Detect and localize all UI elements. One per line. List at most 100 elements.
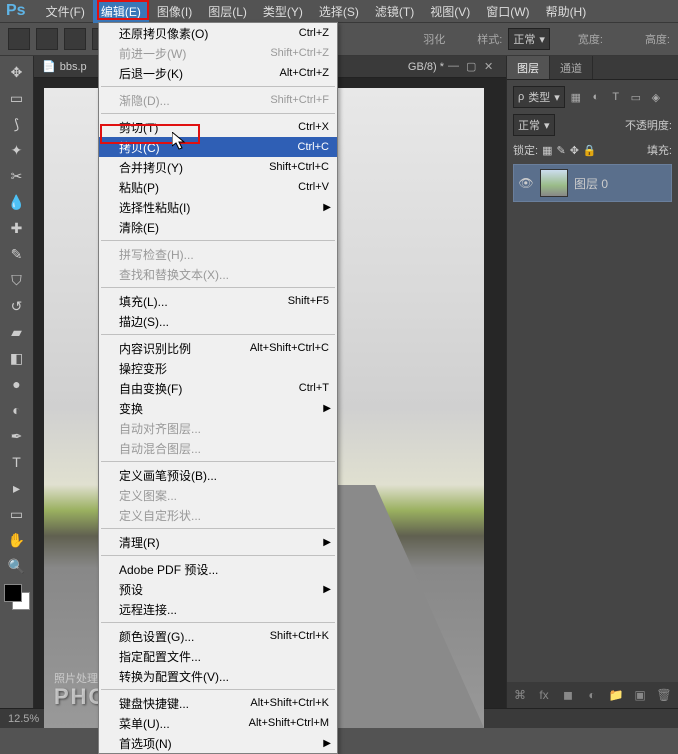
- gradient-tool[interactable]: ◧: [5, 346, 29, 370]
- menu-item[interactable]: 变换▶: [99, 398, 337, 418]
- fg-color-swatch[interactable]: [4, 584, 22, 602]
- magic-wand-tool[interactable]: ✦: [5, 138, 29, 162]
- crop-tool[interactable]: ✂: [5, 164, 29, 188]
- menu-item-shortcut: Ctrl+X: [298, 121, 329, 133]
- menu-item[interactable]: 操控变形: [99, 358, 337, 378]
- dodge-tool[interactable]: ◐: [5, 398, 29, 422]
- layer-row[interactable]: 👁 图层 0: [513, 164, 672, 202]
- menu-item[interactable]: 清理(R)▶: [99, 532, 337, 552]
- layer-mask-icon[interactable]: ◼: [559, 686, 577, 704]
- menu-item-label: 菜单(U)...: [119, 715, 249, 732]
- style-select[interactable]: 正常 ▾: [508, 28, 550, 50]
- menu-window[interactable]: 窗口(W): [478, 0, 537, 23]
- width-label: 宽度:: [578, 31, 603, 47]
- panel-tab-channels[interactable]: 通道: [550, 56, 593, 79]
- menu-layer[interactable]: 图层(L): [200, 0, 255, 23]
- lock-transparency-icon[interactable]: ▦: [542, 144, 552, 157]
- filter-pixel-icon[interactable]: ▦: [569, 90, 583, 104]
- filter-adjust-icon[interactable]: ◐: [589, 90, 603, 104]
- filter-shape-icon[interactable]: ▭: [629, 90, 643, 104]
- menu-select[interactable]: 选择(S): [311, 0, 367, 23]
- move-tool[interactable]: ✥: [5, 60, 29, 84]
- menu-item[interactable]: 菜单(U)...Alt+Shift+Ctrl+M: [99, 713, 337, 733]
- stamp-tool[interactable]: ⛉: [5, 268, 29, 292]
- lock-all-icon[interactable]: 🔒: [583, 144, 597, 157]
- menu-item[interactable]: 内容识别比例Alt+Shift+Ctrl+C: [99, 338, 337, 358]
- menu-item[interactable]: 转换为配置文件(V)...: [99, 666, 337, 686]
- menu-item[interactable]: 键盘快捷键...Alt+Shift+Ctrl+K: [99, 693, 337, 713]
- menu-item[interactable]: 描边(S)...: [99, 311, 337, 331]
- delete-layer-icon[interactable]: 🗑: [655, 686, 673, 704]
- lock-pixels-icon[interactable]: ✎: [556, 144, 565, 157]
- group-icon[interactable]: 📁: [607, 686, 625, 704]
- menu-item[interactable]: 自由变换(F)Ctrl+T: [99, 378, 337, 398]
- menu-separator: [101, 461, 335, 462]
- layer-kind-select[interactable]: ρ 类型 ▾: [513, 86, 565, 108]
- submenu-arrow-icon: ▶: [323, 202, 331, 213]
- menu-edit[interactable]: 编辑(E): [93, 0, 149, 23]
- add-selection-icon[interactable]: [64, 28, 86, 50]
- submenu-arrow-icon: ▶: [323, 537, 331, 548]
- menu-item[interactable]: 指定配置文件...: [99, 646, 337, 666]
- adjustment-layer-icon[interactable]: ◐: [583, 686, 601, 704]
- menu-view[interactable]: 视图(V): [422, 0, 478, 23]
- menu-item[interactable]: 后退一步(K)Alt+Ctrl+Z: [99, 63, 337, 83]
- menu-item[interactable]: Adobe PDF 预设...: [99, 559, 337, 579]
- history-brush-tool[interactable]: ↺: [5, 294, 29, 318]
- blur-tool[interactable]: ●: [5, 372, 29, 396]
- menu-item[interactable]: 合并拷贝(Y)Shift+Ctrl+C: [99, 157, 337, 177]
- visibility-icon[interactable]: 👁: [518, 176, 534, 190]
- menu-item[interactable]: 预设▶: [99, 579, 337, 599]
- eraser-tool[interactable]: ▰: [5, 320, 29, 344]
- layer-style-icon[interactable]: fx: [535, 686, 553, 704]
- shape-tool[interactable]: ▭: [5, 502, 29, 526]
- zoom-tool[interactable]: 🔍: [5, 554, 29, 578]
- new-selection-icon[interactable]: [36, 28, 58, 50]
- menu-type[interactable]: 类型(Y): [255, 0, 311, 23]
- menu-item[interactable]: 填充(L)...Shift+F5: [99, 291, 337, 311]
- menu-item[interactable]: 远程连接...: [99, 599, 337, 619]
- marquee-tool[interactable]: ▭: [5, 86, 29, 110]
- zoom-level[interactable]: 12.5%: [8, 713, 39, 725]
- path-select-tool[interactable]: ▸: [5, 476, 29, 500]
- layer-thumbnail[interactable]: [540, 169, 568, 197]
- layer-name[interactable]: 图层 0: [574, 175, 608, 192]
- menu-filter[interactable]: 滤镜(T): [367, 0, 422, 23]
- menu-item-shortcut: Alt+Shift+Ctrl+C: [250, 342, 329, 354]
- filter-smart-icon[interactable]: ◈: [649, 90, 663, 104]
- filter-type-icon[interactable]: T: [609, 90, 623, 104]
- menu-image[interactable]: 图像(I): [149, 0, 200, 23]
- menu-item[interactable]: 颜色设置(G)...Shift+Ctrl+K: [99, 626, 337, 646]
- menu-item-shortcut: Shift+Ctrl+C: [269, 161, 329, 173]
- pen-tool[interactable]: ✒: [5, 424, 29, 448]
- menu-item[interactable]: 拷贝(C)Ctrl+C: [99, 137, 337, 157]
- menu-item[interactable]: 选择性粘贴(I)▶: [99, 197, 337, 217]
- new-layer-icon[interactable]: ▣: [631, 686, 649, 704]
- menu-help[interactable]: 帮助(H): [538, 0, 595, 23]
- link-layers-icon[interactable]: ⌘: [511, 686, 529, 704]
- type-tool[interactable]: T: [5, 450, 29, 474]
- menu-file[interactable]: 文件(F): [38, 0, 93, 23]
- menu-item[interactable]: 首选项(N)▶: [99, 733, 337, 753]
- menu-item[interactable]: 剪切(T)Ctrl+X: [99, 117, 337, 137]
- menu-item[interactable]: 还原拷贝像素(O)Ctrl+Z: [99, 23, 337, 43]
- menu-item[interactable]: 清除(E): [99, 217, 337, 237]
- menu-item-label: 颜色设置(G)...: [119, 628, 270, 645]
- hand-tool[interactable]: ✋: [5, 528, 29, 552]
- brush-tool[interactable]: ✎: [5, 242, 29, 266]
- maximize-icon[interactable]: ▢: [466, 60, 480, 74]
- menu-item[interactable]: 定义画笔预设(B)...: [99, 465, 337, 485]
- panel-tab-layers[interactable]: 图层: [507, 56, 550, 79]
- color-swatches[interactable]: [4, 584, 30, 610]
- minimize-icon[interactable]: —: [448, 60, 462, 74]
- menu-item-label: 内容识别比例: [119, 340, 250, 357]
- lock-position-icon[interactable]: ✥: [570, 144, 579, 157]
- menu-item-shortcut: Alt+Ctrl+Z: [279, 67, 329, 79]
- menu-item[interactable]: 粘贴(P)Ctrl+V: [99, 177, 337, 197]
- tool-preset-icon[interactable]: [8, 28, 30, 50]
- healing-tool[interactable]: ✚: [5, 216, 29, 240]
- eyedropper-tool[interactable]: 💧: [5, 190, 29, 214]
- blend-mode-select[interactable]: 正常 ▾: [513, 114, 555, 136]
- close-icon[interactable]: ✕: [484, 60, 498, 74]
- lasso-tool[interactable]: ⟆: [5, 112, 29, 136]
